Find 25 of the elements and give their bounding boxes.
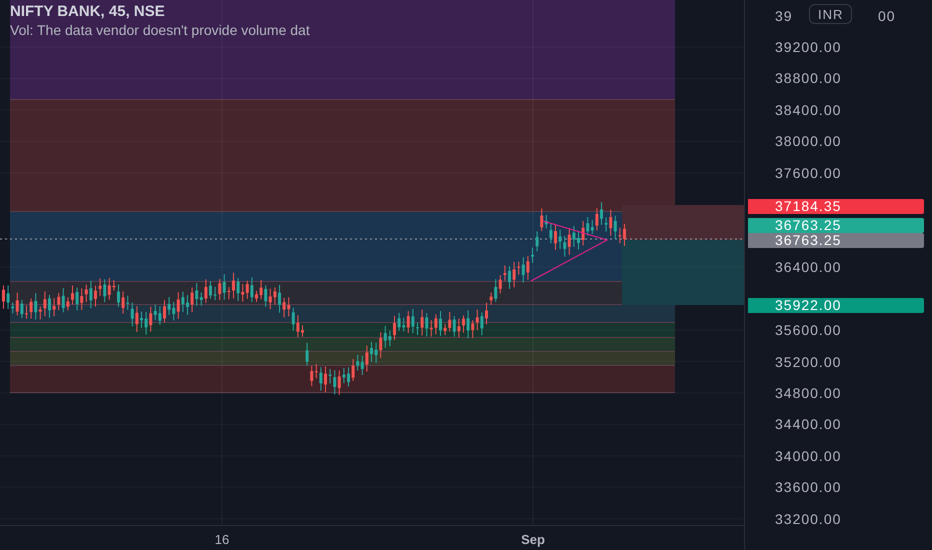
price-axis-label: 34000.00 [775, 448, 842, 464]
price-axis-label: 39 [775, 7, 793, 26]
time-axis-label: 16 [214, 531, 230, 549]
chart-plot-area[interactable]: NIFTY BANK, 45, NSE Vol: The data vendor doesn't provide volume dat [0, 0, 744, 525]
price-tag: 35922.00 [748, 298, 924, 313]
price-axis-label: 35600.00 [775, 322, 842, 338]
currency-button[interactable]: INR [809, 4, 852, 24]
price-axis-label: 34400.00 [775, 416, 842, 432]
price-axis-label: 00 [878, 7, 896, 26]
price-axis-label: 36400.00 [775, 259, 842, 276]
price-axis-label: 37600.00 [775, 164, 842, 181]
time-axis-label: Sep [521, 531, 545, 549]
price-axis-label: 39200.00 [775, 39, 842, 55]
price-axis-label: 38400.00 [775, 102, 842, 118]
price-tag: 36763.25 [748, 233, 924, 248]
price-axis-label: 35200.00 [775, 354, 842, 370]
price-tag: 36763.25 [748, 218, 924, 233]
volume-note: Vol: The data vendor doesn't provide volume dat [10, 21, 310, 39]
price-tag: 37184.35 [748, 199, 924, 214]
price-axis-label: 38800.00 [775, 70, 842, 86]
price-axis-label: 34800.00 [775, 384, 842, 401]
price-axis-label: 33600.00 [775, 479, 842, 496]
chart-title: NIFTY BANK, 45, NSE [10, 3, 166, 21]
price-axis-label: 38000.00 [775, 133, 842, 150]
price-axis-label: 33200.00 [775, 510, 842, 527]
